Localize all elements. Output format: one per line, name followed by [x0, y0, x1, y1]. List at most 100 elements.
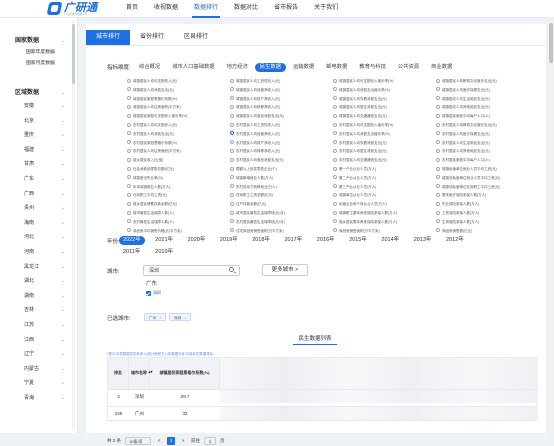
indicator-option[interactable]: 农村居民人均医疗保健支出(元) [436, 130, 539, 138]
prev-page-button[interactable]: < [155, 437, 163, 445]
indicator-option[interactable]: 城镇居民人均教育文化娱乐支出(元) [436, 77, 539, 85]
indicator-option[interactable]: 第一产业从业人员(万人) [333, 165, 436, 173]
city-search-input[interactable] [143, 265, 240, 276]
nav-item[interactable]: 数据排行 [186, 0, 226, 18]
sidebar-item-province[interactable]: 江西 ⌄ [0, 333, 77, 348]
dimension-tab[interactable]: 地方经济 [222, 63, 253, 72]
indicator-option[interactable]: 城乡居民收入比(倍) [127, 156, 230, 164]
sidebar-item-province[interactable]: 海南 ⌄ [0, 216, 77, 231]
sidebar-item-province[interactable]: 江苏 ⌄ [0, 318, 77, 333]
indicator-option[interactable]: 城镇居民人均衣着消费支出(元) [333, 95, 436, 103]
indicator-option[interactable]: 农村居民人均交通通信支出(元) [333, 156, 436, 164]
indicator-option[interactable]: 农村居民人均衣着消费支出(元) [333, 139, 436, 147]
indicator-option[interactable]: 城镇非私营单位就业人员平均工资(元) [436, 174, 539, 182]
sidebar-item-province[interactable]: 湖北 ⌄ [0, 274, 77, 289]
dimension-tab[interactable]: 商业数据 [426, 63, 457, 72]
table-header-cell[interactable]: 城市名称 [129, 358, 150, 389]
indicator-option[interactable]: 第二产业从业人员(万人) [333, 174, 436, 182]
indicator-option[interactable]: 农村居民人均工资性收入(元) [230, 121, 333, 129]
sidebar-item-province[interactable]: 广东 ⌄ [0, 172, 77, 187]
sort-icon[interactable]: ▴▾ [149, 370, 153, 374]
indicator-option[interactable]: 在岗职工工资总额(亿元) [230, 191, 333, 199]
indicator-option[interactable]: 城镇居民家庭可支配收入增长率(%) [127, 112, 230, 120]
nav-item[interactable]: 数据对比 [226, 0, 266, 18]
indicator-option[interactable]: 城镇居民人均经营净收入(元) [230, 86, 333, 94]
indicator-option[interactable]: 农村居民人均转移净收入(元) [230, 147, 333, 155]
indicator-option[interactable]: 农村居民人均消费支出增长率(%) [333, 130, 436, 138]
indicator-option[interactable]: 农村居民家庭恩格尔系数(%) [127, 139, 230, 147]
indicator-option[interactable]: 城镇居民人均生活用品支出(元) [436, 95, 539, 103]
year-option[interactable]: 2018年 [248, 236, 274, 245]
dimension-tab[interactable]: 邮电数据 [321, 63, 352, 72]
indicator-option[interactable]: 城镇居民人均可支配收入增长率(%) [333, 77, 436, 85]
sidebar-item-province[interactable]: 黑龙江 ⌄ [0, 260, 77, 275]
indicator-option[interactable]: 农村居民人均经营净收入(元) [230, 130, 333, 138]
year-option[interactable]: 2011年 [119, 248, 144, 257]
indicator-option[interactable]: 私营企业和个体从业人员(万人) [333, 200, 436, 208]
indicator-option[interactable]: 失业保险参保人数(万人) [436, 200, 539, 208]
indicator-option[interactable]: 农村最低生活保障人数(人) [127, 218, 230, 226]
year-option[interactable]: 2017年 [281, 236, 307, 245]
indicator-option[interactable]: 商品房销售面积(万平方米) [333, 227, 436, 235]
indicator-option[interactable]: 城镇居民人均住房面积(平方米) [127, 103, 230, 111]
indicator-option[interactable]: 城镇非私营单位在岗职工平均工资(元) [436, 183, 539, 191]
indicator-option[interactable]: 农村劳动力转移就业(万人) [230, 183, 333, 191]
indicator-option[interactable]: 商品房销售额(亿元) [436, 227, 539, 235]
list-title[interactable]: 民生数据列表 [293, 334, 337, 345]
sidebar-item-province[interactable]: 河南 ⌄ [0, 245, 77, 260]
page-size-select[interactable]: 10条/页 [125, 437, 152, 445]
indicator-option[interactable]: 农村居民人均教育文化娱乐支出(元) [436, 121, 539, 129]
indicator-option[interactable]: 农村居民人均其他用品支出(元) [436, 147, 539, 155]
indicator-option[interactable]: 城镇居民家庭恩格尔系数(%) [127, 95, 230, 103]
indicator-option[interactable]: 农村居民人均居住消费支出(元) [333, 147, 436, 155]
city-checkbox[interactable] [146, 291, 151, 296]
sidebar-item-province[interactable]: 北京 ⌄ [0, 114, 77, 129]
year-option[interactable]: 2022年 [119, 236, 145, 245]
tab-ranking[interactable]: 城市排行 [86, 30, 131, 45]
dimension-tab[interactable]: 教育与科技 [354, 63, 391, 72]
indicator-option[interactable]: 城镇居民人均可支配收入(元) [127, 77, 230, 85]
year-option[interactable]: 2013年 [410, 236, 436, 245]
indicator-option[interactable]: 农村居民家庭平均每户人口(人) [436, 156, 539, 164]
dimension-tab[interactable]: 民生数据 [254, 63, 286, 72]
indicator-option[interactable]: 基本医疗保险参保人数(万人) [436, 191, 539, 199]
indicator-option[interactable]: 住户存款余额(亿元) [230, 200, 333, 208]
indicator-option[interactable]: 第三产业从业人员(万人) [333, 183, 436, 191]
indicator-option[interactable]: 城镇居民人均转移净收入(元) [230, 103, 333, 111]
indicator-option[interactable]: 城乡居民基本养老保险参保人数(万人) [333, 218, 436, 226]
sidebar-item-province[interactable]: 湖南 ⌄ [0, 289, 77, 304]
indicator-option[interactable]: 城镇单位从业人员(万人) [333, 191, 436, 199]
indicator-option[interactable]: 城镇居民人均医疗保健支出(元) [436, 86, 539, 94]
sidebar-item-province[interactable]: 宁夏 ⌄ [0, 376, 77, 391]
indicator-option[interactable]: 城镇居民人均消费支出(元) [127, 86, 230, 94]
year-option[interactable]: 2014年 [377, 236, 403, 245]
sidebar-item-province[interactable]: 青海 ⌄ [0, 391, 77, 406]
indicator-option[interactable]: 城镇居民人均食品消费支出(元) [230, 112, 333, 120]
dimension-tab[interactable]: 综合概况 [134, 63, 165, 72]
indicator-option[interactable]: 城镇居民人均财产净收入(元) [230, 95, 333, 103]
sidebar-item-province[interactable]: 吉林 ⌄ [0, 303, 77, 318]
year-option[interactable]: 2012年 [442, 236, 468, 245]
sidebar-item-province[interactable]: 福建 ⌄ [0, 143, 77, 158]
sidebar-item-province[interactable]: 河北 ⌄ [0, 230, 77, 245]
year-option[interactable]: 2016年 [313, 236, 339, 245]
city-checkbox-label[interactable]: 深圳 [153, 290, 161, 296]
indicator-option[interactable]: 城市最低生活保障人数(人) [127, 209, 230, 217]
indicator-option[interactable]: 城镇居民人均居住消费支出(元) [333, 103, 436, 111]
sidebar-item-province[interactable]: 广西 ⌄ [0, 187, 77, 202]
goto-page-input[interactable]: 1 [204, 437, 217, 445]
sidebar-section-national[interactable]: 国家数据 ⌄ [0, 36, 77, 47]
tab-ranking[interactable]: 省份排行 [130, 30, 174, 45]
next-page-button[interactable]: > [179, 437, 187, 445]
close-icon[interactable]: × [184, 316, 186, 320]
indicator-option[interactable]: 城市居民最低生活保障线(元/月) [230, 209, 333, 217]
year-option[interactable]: 2010年 [151, 248, 177, 257]
sidebar-section-region[interactable]: 区域数据 ⌄ [0, 88, 77, 99]
sidebar-item-province[interactable]: 内蒙古 ⌄ [0, 362, 77, 377]
year-option[interactable]: 2019年 [216, 236, 242, 245]
indicator-option[interactable]: 城镇职工基本养老保险参保人数(万人) [333, 209, 436, 217]
indicator-option[interactable]: 城镇新增就业人数(万人) [230, 174, 333, 182]
indicator-option[interactable]: 城镇居民家庭平均每户人口(人) [436, 112, 539, 120]
indicator-option[interactable]: 城乡居民储蓄存款余额(亿元) [127, 200, 230, 208]
indicator-option[interactable]: 农村居民人均住房面积(平方米) [127, 147, 230, 155]
